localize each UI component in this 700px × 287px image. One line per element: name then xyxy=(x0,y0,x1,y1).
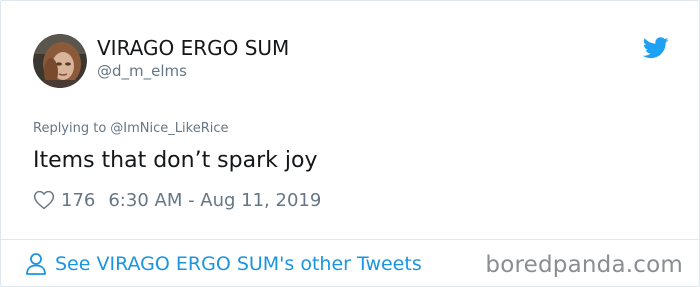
watermark: boredpanda.com xyxy=(485,252,683,278)
footer-divider xyxy=(1,239,699,240)
heart-icon[interactable] xyxy=(33,189,55,211)
avatar-photo-icon xyxy=(33,34,87,88)
see-other-tweets-link[interactable]: See VIRAGO ERGO SUM's other Tweets xyxy=(25,250,422,278)
tweet-timestamp[interactable]: 6:30 AM - Aug 11, 2019 xyxy=(108,190,321,211)
avatar[interactable] xyxy=(33,34,87,88)
reply-to-handle[interactable]: @ImNice_LikeRice xyxy=(110,121,228,136)
reply-context: Replying to @ImNice_LikeRice xyxy=(33,120,228,138)
reply-prefix: Replying to xyxy=(33,121,107,136)
author-handle[interactable]: @d_m_elms xyxy=(97,61,289,81)
twitter-bird-icon[interactable] xyxy=(643,37,669,59)
tweet-card: VIRAGO ERGO SUM @d_m_elms Replying to @Im… xyxy=(0,0,700,287)
author-display-name[interactable]: VIRAGO ERGO SUM xyxy=(97,35,289,61)
person-icon xyxy=(26,253,46,275)
tweet-header: VIRAGO ERGO SUM @d_m_elms xyxy=(33,33,289,89)
see-other-tweets-label: See VIRAGO ERGO SUM's other Tweets xyxy=(55,253,422,275)
tweet-meta: 176 6:30 AM - Aug 11, 2019 xyxy=(33,187,321,213)
author-names: VIRAGO ERGO SUM @d_m_elms xyxy=(97,35,289,81)
tweet-text: Items that don’t spark joy xyxy=(33,148,318,173)
like-count: 176 xyxy=(61,189,96,211)
